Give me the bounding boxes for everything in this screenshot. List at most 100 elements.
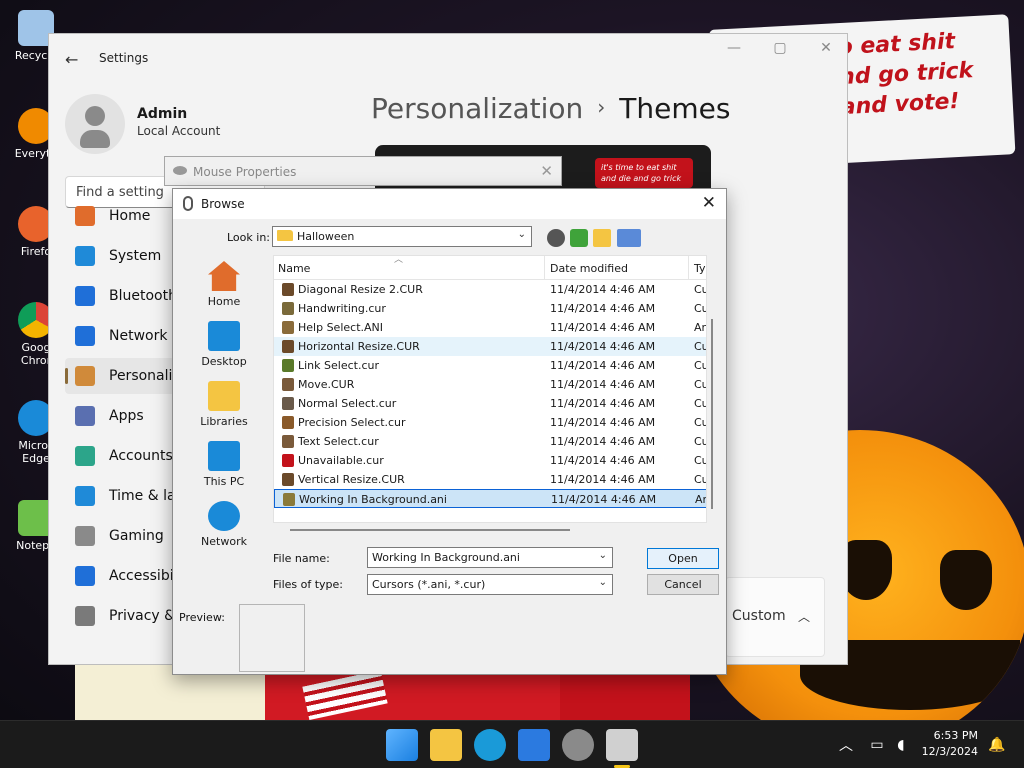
back-arrow-icon[interactable]: ← [65, 50, 78, 69]
mouse-properties-title: Mouse Properties [193, 165, 297, 179]
cancel-button[interactable]: Cancel [647, 574, 719, 595]
network-status-icon[interactable]: ▭ [866, 721, 888, 768]
close-icon[interactable]: ✕ [540, 162, 553, 180]
file-name-cell: Help Select.ANI [298, 321, 384, 334]
table-row[interactable]: Text Select.cur 11/4/2014 4:46 AM Cu [274, 432, 706, 451]
place-desktop[interactable]: Desktop [179, 321, 269, 368]
file-type-cell: Ar [695, 493, 707, 506]
chevron-up-icon[interactable]: ︿ [836, 721, 856, 768]
file-list-header: Name ︿ Date modified Ty [274, 256, 706, 280]
file-name-cell: Normal Select.cur [298, 397, 397, 410]
file-explorer-icon[interactable] [430, 729, 462, 761]
place-this-pc[interactable]: This PC [179, 441, 269, 488]
cursor-file-icon [282, 359, 294, 372]
close-icon[interactable]: ✕ [702, 193, 716, 213]
user-name: Admin [137, 106, 188, 122]
file-type-label: Files of type: [273, 578, 344, 591]
table-row[interactable]: Working In Background.ani 11/4/2014 4:46 … [274, 489, 707, 508]
file-name-cell: Precision Select.cur [298, 416, 406, 429]
file-name-cell: Link Select.cur [298, 359, 379, 372]
table-row[interactable]: Handwriting.cur 11/4/2014 4:46 AM Cu [274, 299, 706, 318]
place-network[interactable]: Network [179, 501, 269, 548]
file-name-input[interactable]: Working In Background.ani ⌄ [367, 547, 613, 568]
cursor-preview [239, 604, 305, 672]
mouse-properties-icon[interactable] [606, 729, 638, 761]
clock-time: 6:53 PM [933, 729, 978, 742]
horizontal-scrollbar[interactable] [290, 529, 570, 531]
new-folder-icon[interactable] [593, 229, 611, 247]
table-row[interactable]: Move.CUR 11/4/2014 4:46 AM Cu [274, 375, 706, 394]
file-name-cell: Horizontal Resize.CUR [298, 340, 420, 353]
volume-icon[interactable]: ◖ [890, 721, 912, 768]
file-date-cell: 11/4/2014 4:46 AM [550, 359, 656, 372]
up-folder-icon[interactable] [570, 229, 588, 247]
file-name-cell: Handwriting.cur [298, 302, 386, 315]
edge-icon[interactable] [474, 729, 506, 761]
folder-icon [277, 230, 293, 241]
desktop-icon-label: Firefo [20, 245, 52, 258]
settings-titlebar: ← Settings — ▢ ✕ [49, 34, 847, 82]
place-libraries[interactable]: Libraries [179, 381, 269, 428]
place-home[interactable]: Home [179, 261, 269, 308]
table-row[interactable]: Vertical Resize.CUR 11/4/2014 4:46 AM Cu [274, 470, 706, 489]
mouse-icon [183, 196, 193, 211]
system-icon [75, 246, 95, 266]
gaming-icon [75, 526, 95, 546]
table-row[interactable]: Normal Select.cur 11/4/2014 4:46 AM Cu [274, 394, 706, 413]
file-date-cell: 11/4/2014 4:46 AM [550, 378, 656, 391]
file-type-cell: Cu [694, 378, 706, 391]
open-button[interactable]: Open [647, 548, 719, 569]
settings-icon[interactable] [562, 729, 594, 761]
file-type-dropdown[interactable]: Cursors (*.ani, *.cur) ⌄ [367, 574, 613, 595]
minimize-icon[interactable]: — [711, 40, 757, 60]
chevron-down-icon[interactable]: ⌄ [599, 550, 607, 561]
close-icon[interactable]: ✕ [803, 40, 849, 60]
custom-theme-row[interactable]: Custom ︿ [725, 577, 825, 657]
column-header-type[interactable]: Ty [694, 262, 706, 275]
file-date-cell: 11/4/2014 4:46 AM [550, 283, 656, 296]
file-type-cell: Cu [694, 473, 706, 486]
breadcrumb-parent[interactable]: Personalization [371, 92, 583, 125]
file-date-cell: 11/4/2014 4:46 AM [550, 416, 656, 429]
file-date-cell: 11/4/2014 4:46 AM [550, 473, 656, 486]
chevron-up-icon: ︿ [797, 610, 810, 624]
cursor-file-icon [282, 435, 294, 448]
cursor-file-icon [282, 454, 294, 467]
table-row[interactable]: Unavailable.cur 11/4/2014 4:46 AM Cu [274, 451, 706, 470]
settings-title: Settings [99, 51, 149, 65]
file-date-cell: 11/4/2014 4:46 AM [551, 493, 657, 506]
cursor-file-icon [282, 416, 294, 429]
table-row[interactable]: Precision Select.cur 11/4/2014 4:46 AM Cu [274, 413, 706, 432]
browse-dialog: Browse ✕ Look in: Halloween ⌄ Home Deskt… [172, 188, 727, 675]
notification-bell-icon[interactable]: 🔔 [986, 721, 1008, 768]
bluetooth-icon [75, 286, 95, 306]
back-icon[interactable] [547, 229, 565, 247]
column-header-date[interactable]: Date modified [550, 262, 628, 275]
custom-label: Custom [732, 608, 786, 624]
place-label: Libraries [200, 415, 248, 428]
table-row[interactable]: Horizontal Resize.CUR 11/4/2014 4:46 AM Cu [274, 337, 706, 356]
column-header-name[interactable]: Name [278, 262, 310, 275]
sidebar-item-label: Accounts [109, 448, 173, 464]
cursor-file-icon [283, 493, 295, 506]
maximize-icon[interactable]: ▢ [757, 40, 803, 60]
home-icon [208, 261, 240, 291]
clock[interactable]: 6:53 PM 12/3/2024 [922, 728, 978, 760]
start-icon[interactable] [386, 729, 418, 761]
libraries-icon [208, 381, 240, 411]
table-row[interactable]: Link Select.cur 11/4/2014 4:46 AM Cu [274, 356, 706, 375]
personalization-icon [75, 366, 95, 386]
cursor-file-icon [282, 397, 294, 410]
place-label: Desktop [201, 355, 247, 368]
store-icon[interactable] [518, 729, 550, 761]
vertical-scrollbar[interactable] [711, 319, 713, 509]
view-menu-icon[interactable] [617, 229, 641, 247]
look-in-dropdown[interactable]: Halloween ⌄ [272, 226, 532, 247]
table-row[interactable]: Help Select.ANI 11/4/2014 4:46 AM Ar [274, 318, 706, 337]
table-row[interactable]: Diagonal Resize 2.CUR 11/4/2014 4:46 AM Cu [274, 280, 706, 299]
taskbar: ︿ ▭ ◖ 6:53 PM 12/3/2024 🔔 [0, 720, 1024, 768]
computer-icon [208, 441, 240, 471]
look-in-value: Halloween [297, 230, 355, 243]
cursor-file-icon [282, 283, 294, 296]
breadcrumb-separator: › [597, 95, 606, 119]
